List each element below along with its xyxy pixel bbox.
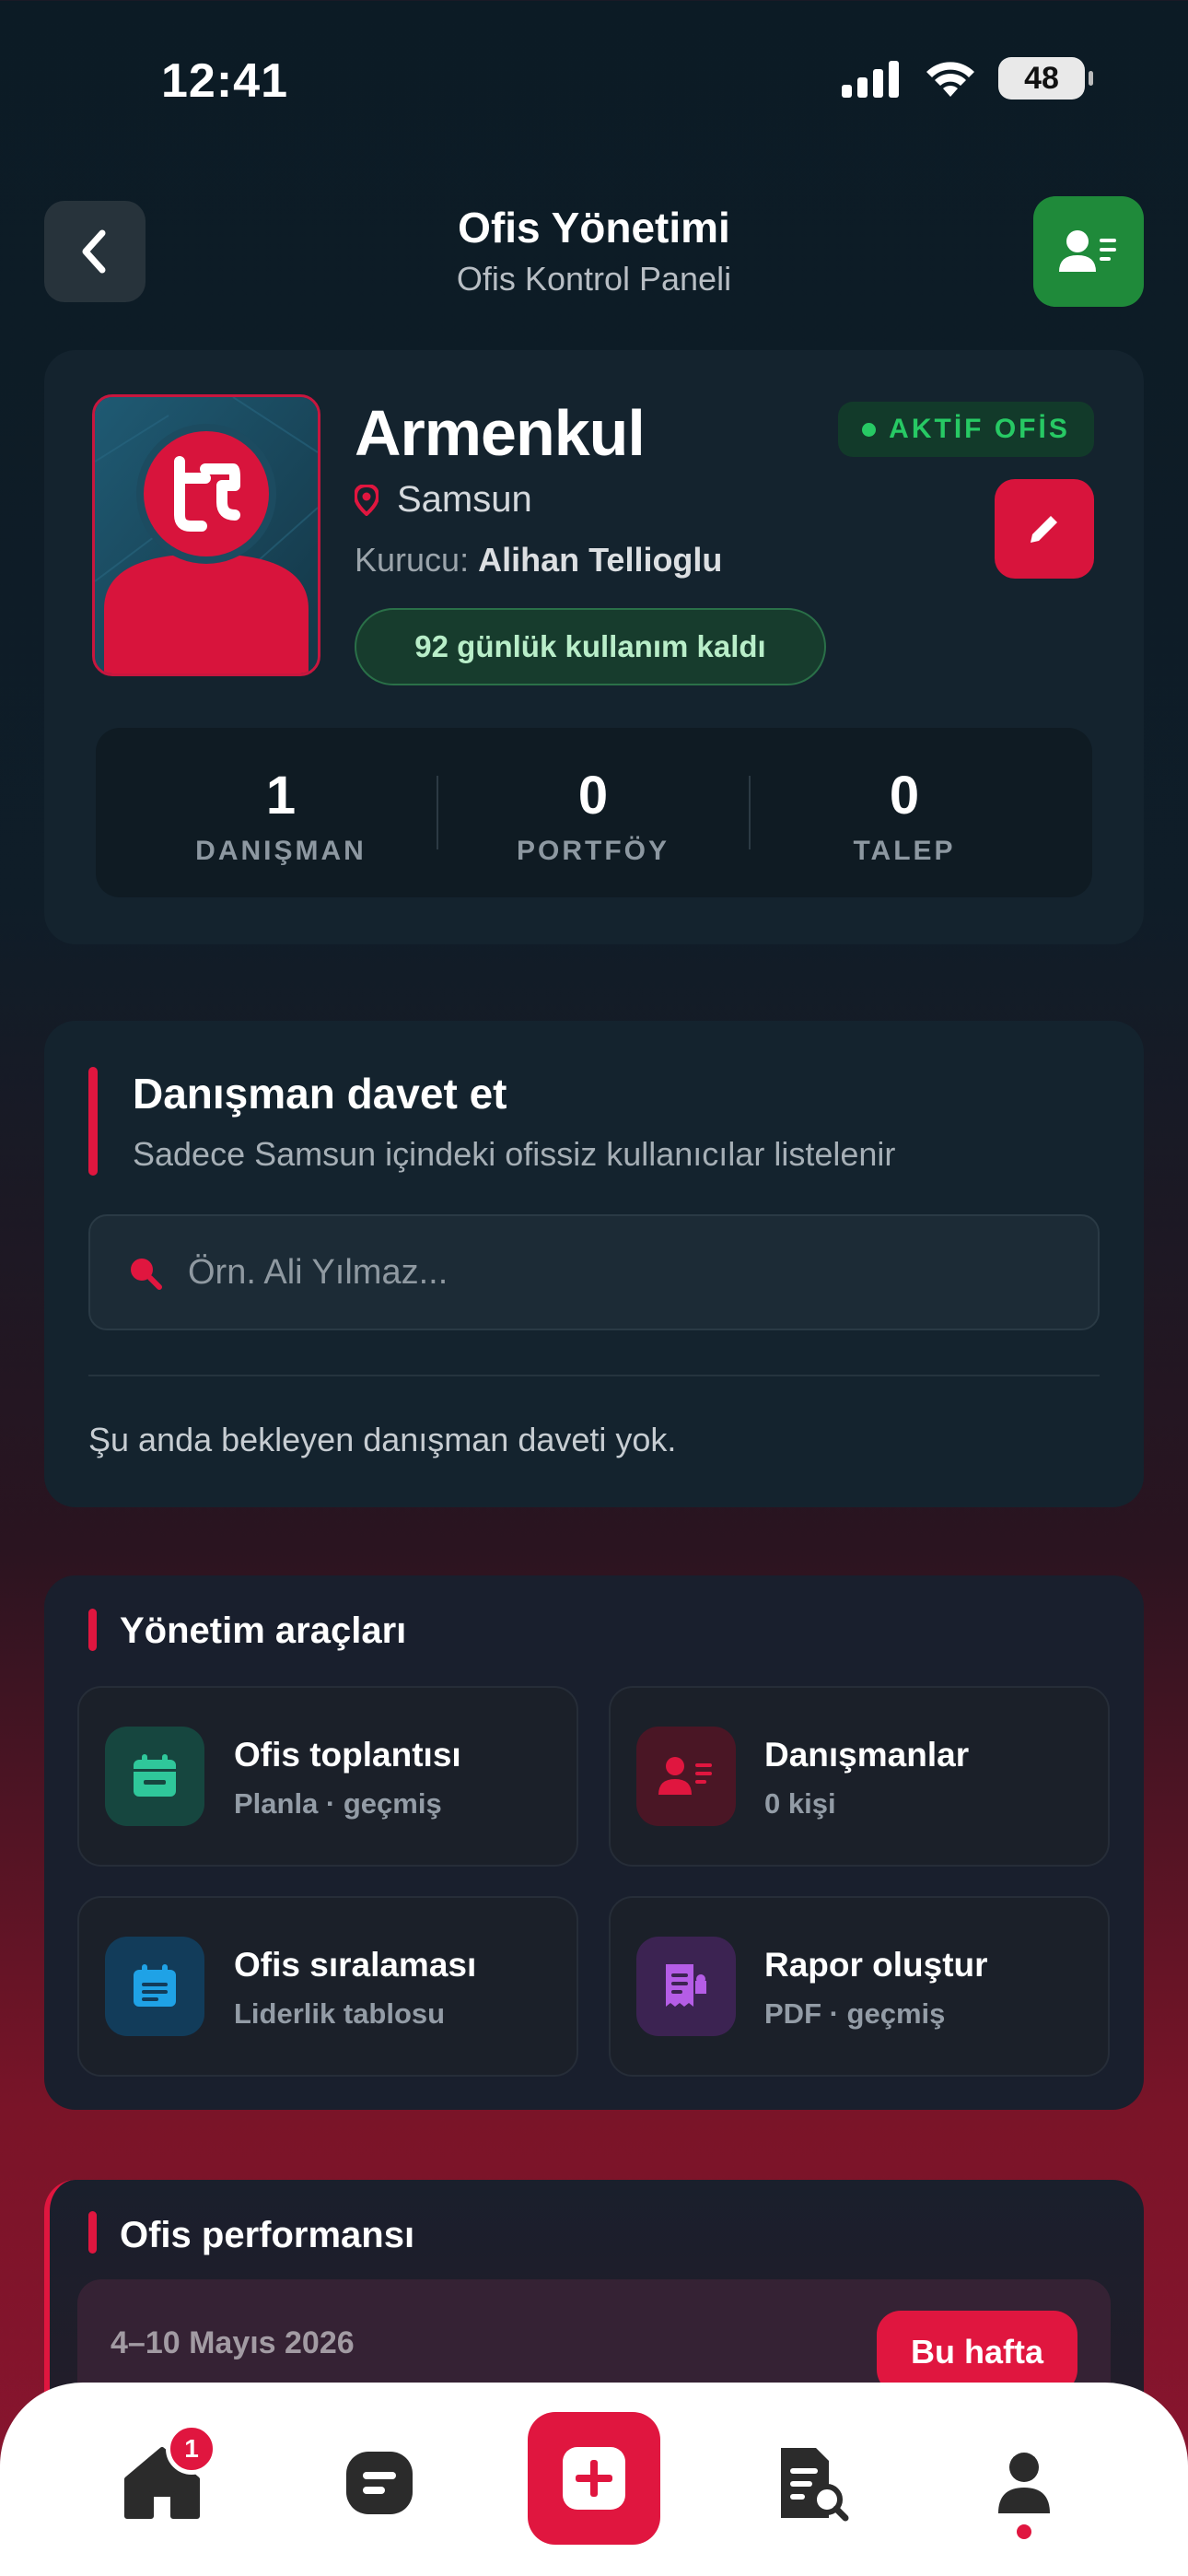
stat-value: 0 xyxy=(889,766,920,825)
status-dot xyxy=(862,422,877,437)
divider xyxy=(88,1375,1100,1376)
office-logo-image xyxy=(95,397,318,673)
status-badge: AKTİF OFİS xyxy=(838,402,1094,457)
tool-subtitle: Planla · geçmiş xyxy=(234,1787,442,1820)
leaderboard-icon xyxy=(105,1937,204,2036)
tool-subtitle: 0 kişi xyxy=(764,1787,836,1820)
pencil-icon xyxy=(1031,516,1057,543)
stat-divider xyxy=(437,776,438,849)
tool-title: Ofis toplantısı xyxy=(234,1736,461,1774)
tool-subtitle: PDF · geçmiş xyxy=(764,1997,946,2030)
stat-portfolio: 0 PORTFÖY xyxy=(446,765,740,867)
consultant-search[interactable] xyxy=(88,1214,1100,1330)
founder-label: Kurucu: xyxy=(355,541,470,579)
office-founder: Kurucu: Alihan Tellioglu xyxy=(355,541,722,580)
stat-value: 1 xyxy=(265,766,297,825)
active-tab-indicator xyxy=(1017,2524,1031,2539)
office-name: Armenkul xyxy=(355,397,646,469)
section-accent-bar xyxy=(88,2211,97,2254)
invite-title: Danışman davet et xyxy=(133,1070,507,1118)
tool-subtitle: Liderlik tablosu xyxy=(234,1997,446,2030)
calendar-icon xyxy=(105,1727,204,1826)
location-pin-icon xyxy=(355,484,379,516)
office-city: Samsun xyxy=(355,479,532,521)
nav-document-search[interactable] xyxy=(757,2432,868,2534)
stat-consultants: 1 DANIŞMAN xyxy=(134,765,428,867)
remaining-days-pill: 92 günlük kullanım kaldı xyxy=(355,608,826,685)
invite-empty-state: Şu anda bekleyen danışman daveti yok. xyxy=(88,1421,677,1458)
stat-requests: 0 TALEP xyxy=(757,765,1052,867)
performance-date-range: 4–10 Mayıs 2026 xyxy=(111,2325,355,2360)
status-time: 12:41 xyxy=(161,54,288,108)
chat-icon xyxy=(346,2452,413,2514)
page-subtitle: Ofis Kontrol Paneli xyxy=(456,260,732,298)
stat-divider xyxy=(749,776,751,849)
status-icons: 48 xyxy=(840,57,1093,100)
office-logo[interactable] xyxy=(92,394,320,676)
nav-messages[interactable] xyxy=(324,2432,435,2534)
stat-label: TALEP xyxy=(853,836,956,866)
report-icon xyxy=(636,1937,736,2036)
performance-title: Ofis performansı xyxy=(120,2215,415,2255)
battery-indicator: 48 xyxy=(998,57,1093,100)
cellular-signal-icon xyxy=(842,61,899,98)
add-button[interactable] xyxy=(528,2412,660,2545)
status-badge-label: AKTİF OFİS xyxy=(889,414,1070,444)
invite-subtitle: Sadece Samsun içindeki ofissiz kullanıcı… xyxy=(133,1135,896,1173)
add-icon xyxy=(563,2447,625,2510)
office-city-label: Samsun xyxy=(397,479,532,520)
stat-label: PORTFÖY xyxy=(516,836,670,866)
founder-name: Alihan Tellioglu xyxy=(478,541,723,579)
nav-profile[interactable] xyxy=(969,2432,1079,2534)
notification-badge: 1 xyxy=(166,2423,217,2475)
contact-card-button[interactable] xyxy=(1033,196,1144,307)
edit-office-button[interactable] xyxy=(995,479,1094,579)
tool-title: Rapor oluştur xyxy=(764,1946,988,1984)
contact-card-icon xyxy=(636,1727,736,1826)
contact-card-icon xyxy=(1059,230,1116,272)
wifi-icon xyxy=(926,62,974,97)
tool-title: Ofis sıralaması xyxy=(234,1946,477,1984)
search-input[interactable] xyxy=(188,1252,1017,1293)
section-accent-bar xyxy=(88,1067,98,1176)
this-week-button[interactable]: Bu hafta xyxy=(877,2311,1077,2394)
search-icon xyxy=(131,1259,162,1290)
profile-icon xyxy=(998,2453,1050,2513)
stat-value: 0 xyxy=(577,766,609,825)
document-search-icon xyxy=(781,2448,849,2522)
stat-label: DANIŞMAN xyxy=(195,836,367,866)
section-accent-bar xyxy=(88,1609,97,1651)
tools-title: Yönetim araçları xyxy=(120,1610,407,1651)
page-title: Ofis Yönetimi xyxy=(458,204,730,252)
tool-title: Danışmanlar xyxy=(764,1736,970,1774)
